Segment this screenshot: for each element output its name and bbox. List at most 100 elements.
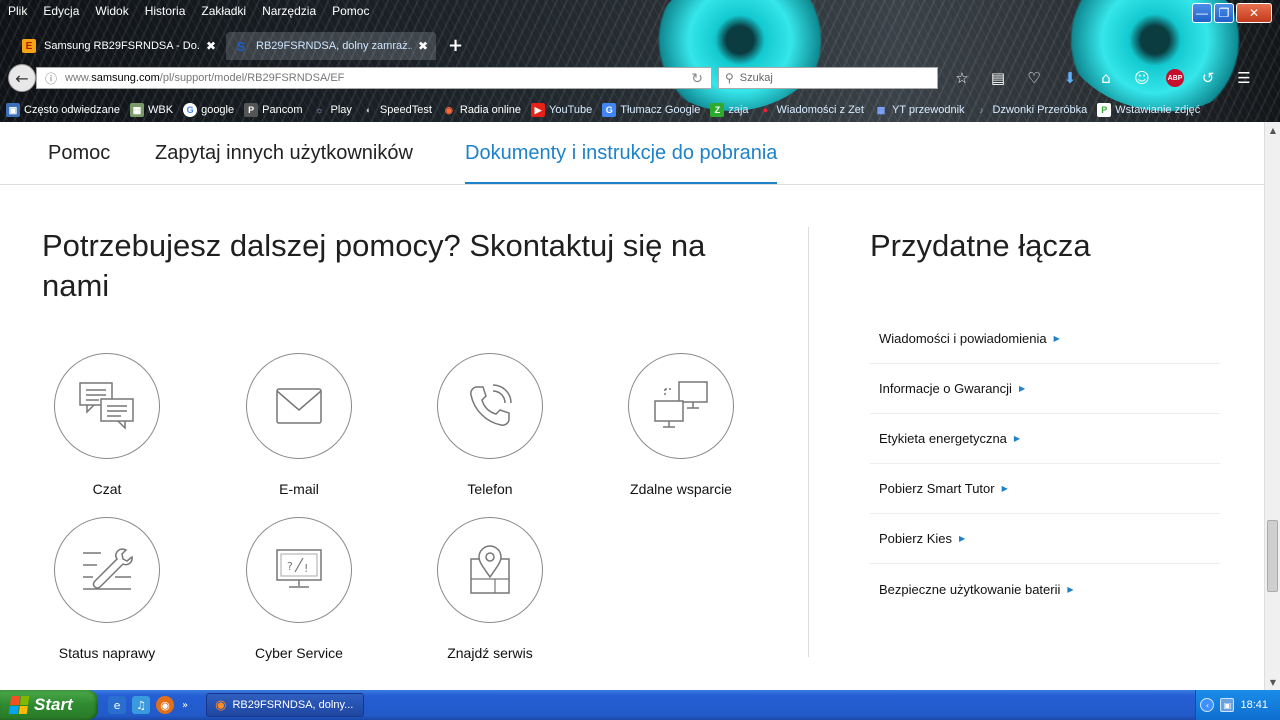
- bookmark-star-icon[interactable]: ☆: [950, 67, 974, 89]
- map-pin-icon: [470, 545, 510, 594]
- firefox-icon[interactable]: ◉: [156, 696, 174, 714]
- restore-icon: ❐: [1218, 6, 1230, 20]
- scroll-thumb[interactable]: [1267, 520, 1278, 592]
- contact-section: Potrzebujesz dalszej pomocy? Skontaktuj …: [42, 226, 802, 306]
- bookmark-item[interactable]: ▦ WBK: [130, 103, 173, 117]
- contact-option-email[interactable]: E-mail: [234, 353, 364, 497]
- bookmark-item[interactable]: ● Wiadomości z Zet: [759, 103, 864, 117]
- download-icon[interactable]: ⬇: [1058, 67, 1082, 89]
- contact-option-find-service[interactable]: Znajdź serwis: [425, 517, 555, 661]
- chat-circle[interactable]: [54, 353, 160, 459]
- windows-taskbar: Start e ♫ ◉ » ◉ RB29FSRNDSA, dolny... ‹ …: [0, 690, 1280, 720]
- tab-favicon-icon: E: [22, 39, 36, 53]
- page-icon: Z: [710, 103, 725, 117]
- menu-edit[interactable]: Edycja: [43, 4, 79, 18]
- bookmark-item[interactable]: ◉ Radia online: [442, 103, 521, 117]
- adblock-icon[interactable]: ABP: [1166, 69, 1184, 87]
- bookmark-item[interactable]: ☼ Play: [312, 103, 352, 117]
- contact-option-cyber-service[interactable]: ? ! Cyber Service: [234, 517, 364, 661]
- svg-text:!: !: [304, 562, 308, 575]
- subnav-tab-help[interactable]: Pomoc: [48, 142, 110, 184]
- tray-expand-icon[interactable]: ‹: [1200, 698, 1215, 712]
- url-path: /pl/support/model/RB29FSRNDSA/EF: [159, 72, 345, 84]
- email-circle[interactable]: [246, 353, 352, 459]
- bookmark-item[interactable]: Ggoogle: [183, 103, 234, 117]
- url-prefix: www.: [65, 72, 92, 84]
- menu-bar: Plik Edycja Widok Historia Zakładki Narz…: [0, 0, 377, 22]
- search-input[interactable]: ⚲ Szukaj: [718, 67, 938, 89]
- link-battery-safety[interactable]: Bezpieczne użytkowanie baterii ▶: [870, 564, 1220, 614]
- taskbar-window-firefox[interactable]: ◉ RB29FSRNDSA, dolny...: [206, 693, 365, 717]
- contact-option-repair-status[interactable]: Status naprawy: [42, 517, 172, 661]
- page-icon: ▦: [130, 103, 145, 117]
- back-button[interactable]: ←: [8, 64, 36, 92]
- folder-icon: ▣: [6, 103, 20, 117]
- link-warranty[interactable]: Informacje o Gwarancji ▶: [870, 364, 1220, 414]
- sync-icon[interactable]: ↺: [1196, 67, 1220, 89]
- phone-circle[interactable]: [437, 353, 543, 459]
- start-button[interactable]: Start: [0, 690, 98, 720]
- tab-close-icon[interactable]: ✖: [418, 39, 428, 53]
- info-icon[interactable]: ⓘ: [43, 70, 59, 87]
- restore-button[interactable]: ❐: [1214, 3, 1234, 23]
- link-energy-label[interactable]: Etykieta energetyczna ▶: [870, 414, 1220, 464]
- tab-samsung-docs[interactable]: E Samsung RB29FSRNDSA - Do... ✖: [14, 32, 224, 60]
- remote-monitors-icon: [654, 381, 708, 428]
- subnav-tab-community[interactable]: Zapytaj innych użytkowników: [155, 142, 413, 184]
- minimize-button[interactable]: —: [1192, 3, 1212, 23]
- pocket-icon[interactable]: ♡: [1022, 67, 1046, 89]
- page-icon: P: [244, 103, 259, 117]
- chevron-right-icon[interactable]: »: [182, 700, 188, 711]
- contact-title: Potrzebujesz dalszej pomocy? Skontaktuj …: [42, 228, 706, 303]
- bookmark-item[interactable]: P Wstawianie zdjęć: [1097, 103, 1200, 117]
- contact-option-phone[interactable]: Telefon: [425, 353, 555, 497]
- tab-favicon-icon: S: [236, 38, 246, 54]
- page-scrollbar[interactable]: ▲ ▼: [1264, 122, 1280, 690]
- reload-icon[interactable]: ↻: [691, 70, 703, 87]
- menu-file[interactable]: Plik: [8, 4, 27, 18]
- home-icon[interactable]: ⌂: [1094, 67, 1118, 89]
- option-label: Cyber Service: [255, 645, 343, 661]
- media-player-icon[interactable]: ♫: [132, 696, 150, 714]
- window-controls: — ❐ ✕: [1192, 3, 1272, 23]
- toolbar-icons: ☆ ▤ ♡ ⬇ ⌂ ☺ ABP ↺ ☰: [950, 67, 1256, 89]
- address-bar[interactable]: ⓘ www. samsung.com/pl/support/model/RB29F…: [36, 67, 712, 89]
- new-tab-button[interactable]: +: [448, 35, 463, 56]
- menu-history[interactable]: Historia: [145, 4, 186, 18]
- link-kies[interactable]: Pobierz Kies ▶: [870, 514, 1220, 564]
- scroll-up-icon[interactable]: ▲: [1265, 122, 1280, 138]
- scroll-down-icon[interactable]: ▼: [1265, 674, 1280, 690]
- link-smart-tutor[interactable]: Pobierz Smart Tutor ▶: [870, 464, 1220, 514]
- subnav-tab-downloads[interactable]: Dokumenty i instrukcje do pobrania: [465, 142, 778, 184]
- cyber-service-circle[interactable]: ? !: [246, 517, 352, 623]
- bookmarks-toolbar: ▣ Często odwiedzane ▦ WBK Ggoogle P Pancom …: [0, 100, 1280, 120]
- tab-close-icon[interactable]: ✖: [206, 39, 216, 53]
- link-notifications[interactable]: Wiadomości i powiadomienia ▶: [870, 314, 1220, 364]
- smiley-icon[interactable]: ☺: [1130, 67, 1154, 89]
- contact-option-chat[interactable]: Czat: [42, 353, 172, 497]
- bookmark-item[interactable]: ◐ SpeedTest: [362, 103, 432, 117]
- bookmark-item[interactable]: ▣ Często odwiedzane: [6, 103, 120, 117]
- bookmark-item[interactable]: ▶ YouTube: [531, 103, 592, 117]
- bookmark-item[interactable]: ▦ YT przewodnik: [874, 103, 965, 117]
- menu-bookmarks[interactable]: Zakładki: [201, 4, 246, 18]
- find-service-circle[interactable]: [437, 517, 543, 623]
- bookmark-item[interactable]: Zzaja: [710, 103, 749, 117]
- menu-tools[interactable]: Narzędzia: [262, 4, 316, 18]
- network-icon[interactable]: ▣: [1220, 698, 1235, 712]
- menu-view[interactable]: Widok: [95, 4, 128, 18]
- close-window-button[interactable]: ✕: [1236, 3, 1272, 23]
- bookmark-item[interactable]: ♪ Dzwonki Przeróbka: [975, 103, 1087, 117]
- bookmark-item[interactable]: G Tłumacz Google: [602, 103, 700, 117]
- remote-support-circle[interactable]: [628, 353, 734, 459]
- ie-icon[interactable]: e: [108, 696, 126, 714]
- option-label: E-mail: [279, 481, 319, 497]
- tab-rb29fsrndsa[interactable]: S RB29FSRNDSA, dolny zamraż... ✖: [226, 32, 436, 60]
- bookmark-item[interactable]: P Pancom: [244, 103, 302, 117]
- contact-option-remote-support[interactable]: Zdalne wsparcie: [616, 353, 746, 497]
- page-content: Pomoc Zapytaj innych użytkowników Dokume…: [0, 122, 1264, 690]
- repair-status-circle[interactable]: [54, 517, 160, 623]
- menu-help[interactable]: Pomoc: [332, 4, 369, 18]
- bookmarks-list-icon[interactable]: ▤: [986, 67, 1010, 89]
- hamburger-menu-icon[interactable]: ☰: [1232, 67, 1256, 89]
